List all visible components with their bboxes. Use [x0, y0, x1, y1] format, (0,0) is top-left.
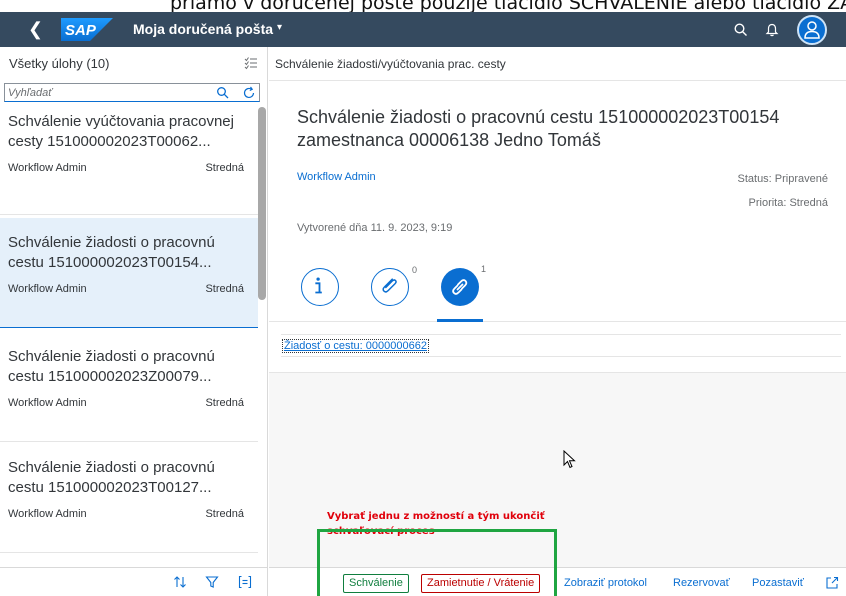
approve-button[interactable]: Schválenie [343, 574, 409, 593]
detail-header: Schválenie žiadosti/vyúčtovania prac. ce… [269, 47, 846, 81]
sort-icon[interactable] [173, 575, 187, 589]
list-scrollbar[interactable] [258, 107, 266, 300]
tab-attachments[interactable]: 0 [371, 265, 417, 306]
chevron-left-icon[interactable]: ❮ [28, 19, 43, 39]
travel-request-link[interactable]: Žiadosť o cestu: 0000000662 [282, 339, 429, 353]
group-icon[interactable] [238, 575, 252, 589]
show-log-button[interactable]: Zobraziť protokol [564, 577, 647, 589]
task-list-panel: Všetky úlohy (10) Schválenie vyúčtovania… [0, 47, 268, 596]
task-detail-title: Schválenie žiadosti o pracovnú cestu 151… [297, 107, 780, 150]
icon-tab-bar: 0 1 [269, 247, 846, 322]
task-priority: Stredná [205, 283, 244, 295]
link-row: Žiadosť o cestu: 0000000662 [281, 334, 841, 357]
search-icon[interactable] [733, 22, 749, 38]
document-text-strip: priamo v doručenej pošte použije tlačidl… [0, 0, 846, 12]
task-list-title: Všetky úlohy (10) [9, 56, 110, 71]
chevron-down-icon[interactable]: ▾ [277, 22, 282, 33]
list-item[interactable]: Schválenie žiadosti o pracovnú cestu 151… [0, 332, 258, 442]
filter-icon[interactable] [205, 575, 219, 589]
task-title: Schválenie žiadosti o pracovnú cestu 151… [8, 348, 215, 385]
suspend-button[interactable]: Pozastaviť [752, 577, 804, 589]
svg-text:SAP: SAP [65, 22, 97, 39]
avatar[interactable] [797, 15, 827, 45]
paperclip-icon [382, 278, 397, 293]
mouse-cursor-icon [563, 450, 576, 469]
task-title: Schválenie žiadosti o pracovnú cestu 151… [8, 459, 215, 496]
list-item[interactable]: Schválenie žiadosti o pracovnú cestu 151… [0, 218, 258, 328]
refresh-icon[interactable] [242, 86, 256, 100]
tab-info[interactable] [301, 268, 339, 306]
task-list-footer [0, 567, 268, 596]
search-icon[interactable] [216, 86, 230, 100]
task-owner: Workflow Admin [8, 508, 87, 520]
app-title[interactable]: Moja doručená pošta [133, 21, 273, 37]
reject-button[interactable]: Zamietnutie / Vrátenie [421, 574, 541, 593]
search-input[interactable] [8, 85, 198, 100]
status-text: Status: Pripravené [737, 173, 829, 185]
task-list: Schválenie vyúčtovania pracovnej cesty 1… [0, 105, 258, 563]
bell-icon[interactable] [764, 22, 780, 38]
task-detail-panel: Schválenie žiadosti/vyúčtovania prac. ce… [269, 47, 846, 596]
task-owner: Workflow Admin [8, 162, 87, 174]
workflow-admin-link[interactable]: Workflow Admin [297, 171, 376, 183]
selected-tab-indicator [437, 319, 483, 322]
link-icon [452, 279, 468, 295]
links-count: 1 [481, 264, 487, 274]
task-title: Schválenie žiadosti o pracovnú cestu 151… [8, 234, 215, 271]
list-item[interactable]: Schválenie vyúčtovania pracovnej cesty 1… [0, 105, 258, 215]
task-priority: Stredná [205, 397, 244, 409]
priority-text: Priorita: Stredná [748, 197, 828, 209]
multi-select-icon[interactable] [243, 55, 259, 71]
document-text: priamo v doručenej pošte použije tlačidl… [170, 0, 846, 12]
task-priority: Stredná [205, 508, 244, 520]
task-list-header: Všetky úlohy (10) [0, 47, 268, 81]
attachments-count: 0 [412, 265, 418, 275]
instruction-annotation: Vybrať jednu z možností a tým ukončiť sc… [327, 511, 545, 537]
task-owner: Workflow Admin [8, 397, 87, 409]
reserve-button[interactable]: Rezervovať [673, 577, 730, 589]
task-title: Schválenie vyúčtovania pracovnej cesty 1… [8, 113, 234, 150]
shell-bar: ❮ SAP Moja doručená pošta ▾ [0, 12, 846, 47]
created-date: Vytvorené dňa 11. 9. 2023, 9:19 [297, 222, 453, 234]
sap-logo[interactable]: SAP [61, 18, 113, 41]
share-icon[interactable] [825, 576, 839, 590]
detail-header-title: Schválenie žiadosti/vyúčtovania prac. ce… [275, 57, 506, 71]
list-item[interactable]: Schválenie žiadosti o pracovnú cestu 151… [0, 443, 258, 553]
task-owner: Workflow Admin [8, 283, 87, 295]
search-field[interactable] [4, 83, 260, 102]
action-footer: Schválenie Zamietnutie / Vrátenie Zobraz… [269, 567, 846, 596]
tab-links[interactable]: 1 [441, 264, 486, 306]
user-icon [804, 21, 820, 39]
info-icon [315, 277, 322, 294]
task-priority: Stredná [205, 162, 244, 174]
